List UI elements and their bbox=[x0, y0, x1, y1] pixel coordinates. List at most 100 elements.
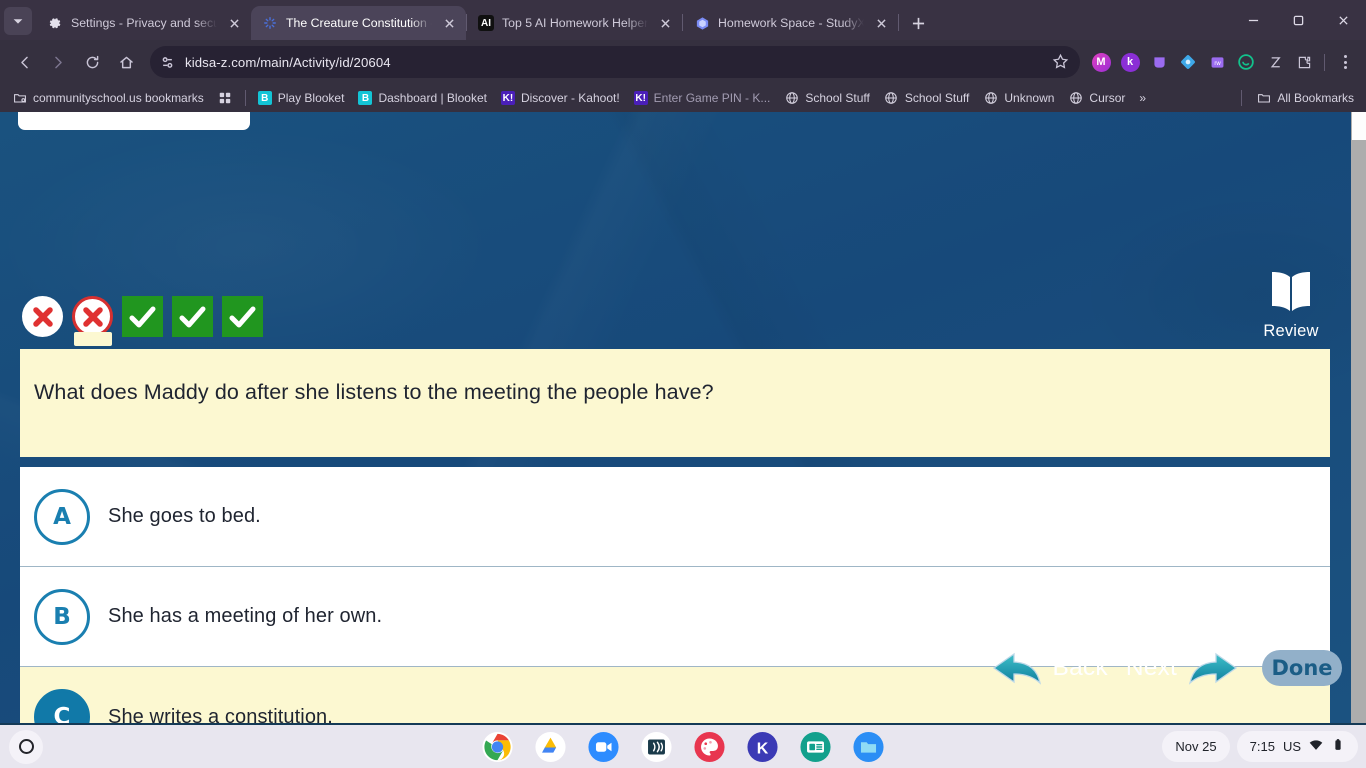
screencast-app-icon[interactable] bbox=[799, 730, 833, 764]
browser-toolbar: kidsa-z.com/main/Activity/id/20604 M k r… bbox=[0, 40, 1366, 84]
review-button[interactable]: Review bbox=[1251, 270, 1331, 341]
review-label: Review bbox=[1263, 322, 1319, 340]
done-button[interactable]: Done bbox=[1262, 650, 1342, 686]
purple-extension-icon[interactable] bbox=[1146, 49, 1172, 75]
extensions-puzzle-icon[interactable] bbox=[1291, 49, 1317, 75]
blooket-icon: B bbox=[358, 91, 373, 105]
progress-badge-3-correct[interactable] bbox=[122, 296, 163, 337]
tab-search-chevron-icon[interactable] bbox=[4, 7, 32, 35]
svg-text:rw: rw bbox=[1214, 61, 1221, 67]
check-mark-icon bbox=[129, 306, 156, 327]
activity-page: Review What does Maddy do after she list… bbox=[0, 112, 1366, 723]
kami-extension-icon[interactable]: k bbox=[1117, 49, 1143, 75]
close-icon[interactable] bbox=[225, 14, 243, 32]
os-shelf: K Nov 25 7:15 US bbox=[0, 723, 1366, 768]
bookmarks-overflow-button[interactable]: » bbox=[1133, 88, 1152, 108]
launcher-button[interactable] bbox=[9, 729, 43, 764]
chrome-app-icon[interactable] bbox=[481, 730, 515, 764]
bookmark-dashboard-blooket[interactable]: B Dashboard | Blooket bbox=[352, 88, 493, 108]
bookmark-school-stuff-2[interactable]: School Stuff bbox=[878, 88, 976, 109]
bookmark-label: Play Blooket bbox=[277, 91, 345, 105]
momentum-extension-icon[interactable]: M bbox=[1088, 49, 1114, 75]
readwrite-extension-icon[interactable]: rw bbox=[1204, 49, 1230, 75]
bookmark-unknown[interactable]: Unknown bbox=[977, 88, 1060, 109]
bookmark-discover-kahoot[interactable]: K! Discover - Kahoot! bbox=[495, 88, 626, 108]
answer-text-a: She goes to bed. bbox=[108, 505, 261, 527]
reload-button[interactable] bbox=[76, 46, 108, 78]
all-bookmarks-label: All Bookmarks bbox=[1277, 91, 1354, 105]
new-tab-button[interactable] bbox=[904, 9, 932, 37]
check-mark-icon bbox=[229, 306, 256, 327]
home-button[interactable] bbox=[110, 46, 142, 78]
close-icon[interactable] bbox=[440, 14, 458, 32]
browser-tab-studyx[interactable]: Homework Space - StudyX bbox=[683, 6, 898, 40]
chrome-menu-button[interactable] bbox=[1332, 48, 1358, 76]
paint-palette-app-icon[interactable] bbox=[693, 730, 727, 764]
bookmark-label: Discover - Kahoot! bbox=[520, 91, 620, 105]
progress-badge-1-incorrect[interactable] bbox=[22, 296, 63, 337]
overflow-icon: » bbox=[1139, 91, 1147, 105]
bookmark-enter-game-pin[interactable]: K! Enter Game PIN - K... bbox=[628, 88, 777, 108]
bookmark-school-stuff-1[interactable]: School Stuff bbox=[778, 88, 876, 109]
bookmark-apps-grid[interactable] bbox=[212, 88, 239, 109]
progress-badge-5-correct[interactable] bbox=[222, 296, 263, 337]
shelf-date: Nov 25 bbox=[1175, 739, 1217, 754]
sound-app-icon[interactable] bbox=[640, 730, 674, 764]
zoom-app-icon[interactable] bbox=[587, 730, 621, 764]
browser-tab-creature-constitution[interactable]: The Creature Constitution - Kid bbox=[251, 6, 466, 40]
progress-badge-4-correct[interactable] bbox=[172, 296, 213, 337]
browser-tab-ai-homework-helpers[interactable]: AI Top 5 AI Homework Helpers to bbox=[467, 6, 682, 40]
date-pill[interactable]: Nov 25 bbox=[1162, 731, 1230, 762]
back-arrow-icon[interactable] bbox=[992, 649, 1044, 687]
url-text: kidsa-z.com/main/Activity/id/20604 bbox=[185, 54, 391, 70]
question-progress-tracker bbox=[22, 296, 263, 346]
bookmark-label: Dashboard | Blooket bbox=[378, 91, 487, 105]
bookmark-label: School Stuff bbox=[805, 91, 870, 105]
grammarly-extension-icon[interactable] bbox=[1233, 49, 1259, 75]
progress-badge-2-incorrect-current[interactable] bbox=[72, 296, 113, 346]
kahoot-icon: K! bbox=[500, 91, 515, 105]
forward-button[interactable] bbox=[42, 46, 74, 78]
x-mark-icon bbox=[32, 306, 53, 327]
close-window-button[interactable] bbox=[1321, 0, 1366, 40]
progress-badge-pointer bbox=[73, 332, 112, 346]
close-icon[interactable] bbox=[656, 14, 674, 32]
window-controls bbox=[1231, 0, 1366, 40]
files-app-icon[interactable] bbox=[852, 730, 886, 764]
close-icon[interactable] bbox=[872, 14, 890, 32]
kahoot-app-icon[interactable]: K bbox=[746, 730, 780, 764]
wifi-icon bbox=[1309, 738, 1323, 755]
answer-option-a[interactable]: A She goes to bed. bbox=[20, 467, 1330, 567]
browser-tab-settings[interactable]: Settings - Privacy and security bbox=[36, 6, 251, 40]
bookmark-star-icon[interactable] bbox=[1052, 53, 1070, 71]
all-bookmarks-button[interactable]: All Bookmarks bbox=[1250, 88, 1360, 109]
page-scrollbar[interactable] bbox=[1351, 112, 1366, 723]
system-tray[interactable]: 7:15 US bbox=[1236, 731, 1358, 762]
bookmark-cursor[interactable]: Cursor bbox=[1062, 88, 1131, 109]
site-settings-icon[interactable] bbox=[159, 54, 176, 71]
folder-gear-icon bbox=[12, 91, 27, 106]
scrollbar-thumb[interactable] bbox=[1352, 112, 1366, 140]
bookmark-communityschool[interactable]: communityschool.us bookmarks bbox=[6, 88, 210, 109]
ai-icon: AI bbox=[478, 15, 494, 31]
activity-header-stub bbox=[18, 112, 250, 130]
bookmark-label: Unknown bbox=[1004, 91, 1055, 105]
maximize-button[interactable] bbox=[1276, 0, 1321, 40]
next-arrow-icon[interactable] bbox=[1186, 649, 1238, 687]
diamond-extension-icon[interactable] bbox=[1175, 49, 1201, 75]
back-label[interactable]: Back bbox=[1044, 654, 1117, 682]
back-button[interactable] bbox=[8, 46, 40, 78]
zotero-extension-icon[interactable] bbox=[1262, 49, 1288, 75]
shelf-locale: US bbox=[1282, 739, 1301, 754]
minimize-button[interactable] bbox=[1231, 0, 1276, 40]
google-drive-app-icon[interactable] bbox=[534, 730, 568, 764]
bookmark-play-blooket[interactable]: B Play Blooket bbox=[252, 88, 351, 108]
next-label[interactable]: Next bbox=[1117, 654, 1186, 682]
check-mark-icon bbox=[179, 306, 206, 327]
address-bar[interactable]: kidsa-z.com/main/Activity/id/20604 bbox=[150, 46, 1080, 78]
globe-icon bbox=[1068, 91, 1083, 106]
bookmark-label: School Stuff bbox=[904, 91, 970, 105]
answer-letter-b: B bbox=[34, 588, 90, 645]
bookmark-label: Enter Game PIN - K... bbox=[653, 91, 771, 105]
globe-icon bbox=[784, 91, 799, 106]
